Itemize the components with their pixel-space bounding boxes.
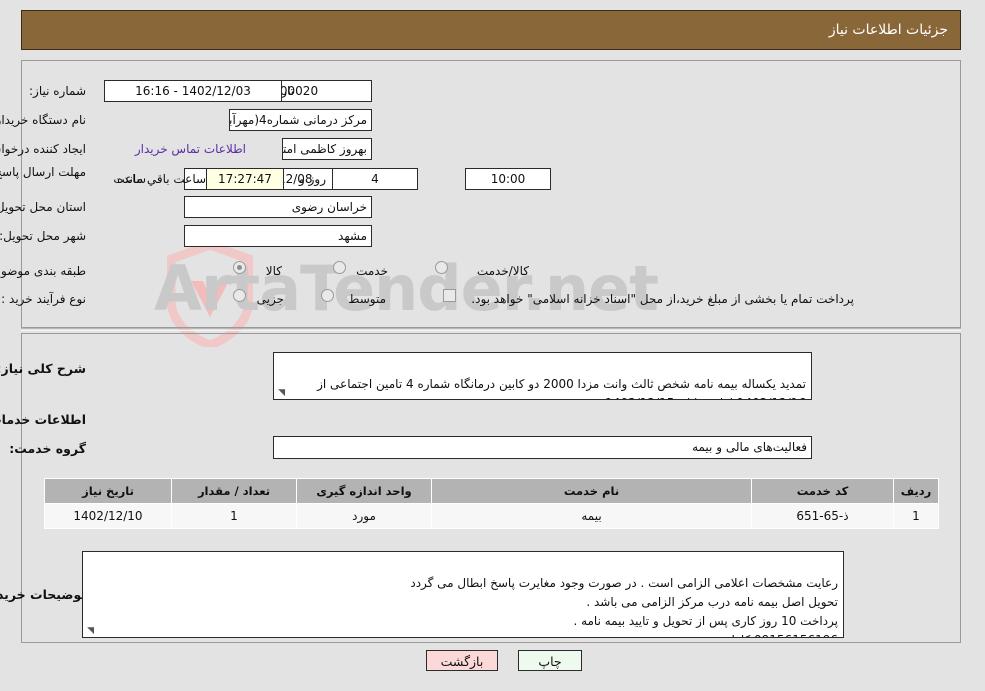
- radio-category-khedmat[interactable]: [334, 261, 347, 274]
- deadline-time-value: 10:00: [466, 168, 552, 190]
- cell-need-date: 1402/12/10: [45, 503, 173, 529]
- treasury-bond-label: پرداخت تمام یا بخشی از مبلغ خرید،از محل …: [472, 292, 855, 306]
- back-button[interactable]: بازگشت: [427, 650, 499, 671]
- buyer-notes-value[interactable]: رعایت مشخصات اعلامی الزامی است . در صورت…: [83, 551, 845, 638]
- need-number-label: شماره نیاز:: [30, 84, 87, 98]
- requester-value: بهروز کاظمی امتصدی امور اداری مرکز درمان…: [283, 138, 373, 160]
- services-section-title: اطلاعات خدمات مورد نیاز: [0, 412, 87, 427]
- col-row-number: ردیف: [894, 478, 940, 504]
- service-group-value: فعالیت‌های مالی و بیمه: [274, 436, 813, 459]
- buyer-org-label: نام دستگاه خریدار:: [0, 113, 87, 127]
- col-unit: واحد اندازه گیری: [297, 478, 433, 504]
- cell-unit: مورد: [297, 503, 433, 529]
- col-need-date: تاریخ نیاز: [45, 478, 173, 504]
- general-description-label: شرح کلی نیاز:: [0, 361, 87, 376]
- table-header-row: ردیف کد خدمت نام خدمت واحد اندازه گیری ت…: [45, 478, 940, 504]
- announce-datetime-value: 1402/12/03 - 16:16: [105, 80, 283, 102]
- col-service-name: نام خدمت: [432, 478, 753, 504]
- cell-service-name: بیمه: [432, 503, 753, 529]
- service-group-label: گروه خدمت:: [10, 441, 87, 456]
- category-label: طبقه بندی موضوعی:: [0, 264, 87, 278]
- radio-category-kala[interactable]: [234, 261, 247, 274]
- process-label: نوع فرآیند خرید :: [2, 292, 87, 306]
- services-table: ردیف کد خدمت نام خدمت واحد اندازه گیری ت…: [45, 478, 940, 529]
- city-label: شهر محل تحویل:: [0, 229, 87, 243]
- buyer-org-value: مرکز درمانی شماره4(مهرآباد): [230, 109, 373, 131]
- city-value: مشهد: [185, 225, 373, 247]
- countdown-value: 17:27:47: [207, 168, 285, 190]
- resize-grip-icon[interactable]: ◥: [277, 389, 286, 398]
- buyer-notes-text: رعایت مشخصات اعلامی الزامی است . در صورت…: [411, 576, 839, 637]
- print-button[interactable]: چاپ: [519, 650, 583, 671]
- category-option-label-0: کالا: [266, 264, 283, 278]
- category-option-label-1: خدمت: [357, 264, 389, 278]
- days-left-label: روز و: [300, 172, 327, 186]
- category-option-label-2: کالا/خدمت: [477, 264, 530, 278]
- deadline-label: مهلت ارسال پاسخ: تا تاریخ:: [0, 165, 87, 179]
- general-description-text: تمدید یکساله بیمه نامه شخص ثالث وانت مزد…: [318, 377, 807, 399]
- section-divider: [22, 328, 962, 331]
- cell-service-code: ذ-65-651: [752, 503, 895, 529]
- days-left-value: 4: [333, 168, 419, 190]
- province-value: خراسان رضوی: [185, 196, 373, 218]
- radio-category-kala-khedmat[interactable]: [436, 261, 449, 274]
- cell-row-number: 1: [894, 503, 940, 529]
- countdown-label: ساعت باقي مانده: [118, 172, 208, 186]
- buyer-contact-link[interactable]: اطلاعات تماس خریدار: [136, 142, 247, 156]
- buyer-notes-label: توضیحات خریدار:: [0, 587, 87, 602]
- resize-grip-icon[interactable]: ◥: [86, 627, 95, 636]
- general-description-value[interactable]: تمدید یکساله بیمه نامه شخص ثالث وانت مزد…: [274, 352, 813, 400]
- window-titlebar: جزئیات اطلاعات نیاز: [22, 10, 962, 50]
- col-quantity: تعداد / مقدار: [172, 478, 298, 504]
- province-label: استان محل تحویل:: [0, 200, 87, 214]
- col-service-code: کد خدمت: [752, 478, 895, 504]
- table-row: 1 ذ-65-651 بیمه مورد 1 1402/12/10: [45, 503, 940, 529]
- cell-quantity: 1: [172, 503, 298, 529]
- page-title: جزئیات اطلاعات نیاز: [829, 22, 949, 38]
- requester-label: ایجاد کننده درخواست:: [0, 142, 87, 156]
